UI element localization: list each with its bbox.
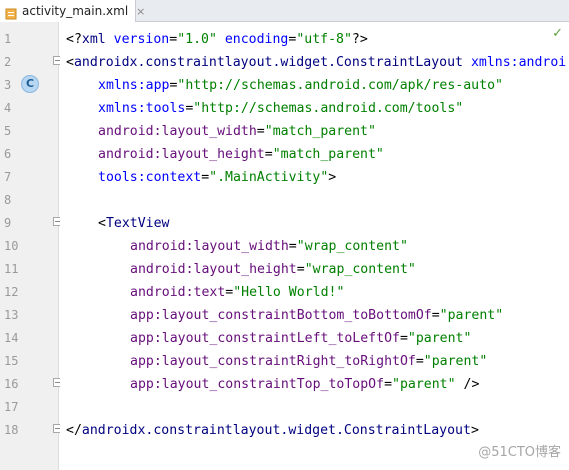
tab-label: activity_main.xml	[22, 4, 128, 18]
line-number: 15	[4, 350, 16, 373]
code-line-7: tools:context=".MainActivity">	[98, 166, 336, 189]
code-line-18: </androidx.constraintlayout.widget.Const…	[66, 419, 479, 442]
line-number: 12	[4, 281, 16, 304]
code-line-3: xmlns:app="http://schemas.android.com/ap…	[98, 74, 503, 97]
line-number: 9	[4, 212, 16, 235]
code-line-5: android:layout_width="match_parent"	[98, 120, 376, 143]
line-number: 5	[4, 120, 16, 143]
check-icon: ✓	[552, 26, 563, 41]
line-number: 2	[4, 51, 16, 74]
line-number: 17	[4, 396, 16, 419]
tab-activity-main[interactable]: activity_main.xml ×	[0, 0, 136, 22]
line-number: 13	[4, 304, 16, 327]
code-line-6: android:layout_height="match_parent"	[98, 143, 384, 166]
line-number: 7	[4, 166, 16, 189]
line-number: 8	[4, 189, 16, 212]
watermark: @51CTO博客	[478, 441, 561, 460]
line-number-gutter: 1 2 3 4 5 6 7 8 9 10 11 12 13 14 15 16 1…	[0, 22, 59, 470]
code-line-4: xmlns:tools="http://schemas.android.com/…	[98, 97, 463, 120]
xml-file-icon	[5, 5, 17, 17]
editor-tab-bar: activity_main.xml ×	[0, 0, 569, 22]
close-icon[interactable]: ×	[136, 5, 145, 18]
code-line-12: android:text="Hello World!"	[130, 281, 344, 304]
code-line-11: android:layout_height="wrap_content"	[130, 258, 416, 281]
class-gutter-icon[interactable]: C	[21, 75, 39, 93]
code-editor[interactable]: <?xml version="1.0" encoding="utf-8"?> <…	[60, 22, 569, 470]
line-number: 10	[4, 235, 16, 258]
code-line-2: <androidx.constraintlayout.widget.Constr…	[66, 51, 566, 74]
line-number: 1	[4, 28, 16, 51]
code-line-14: app:layout_constraintLeft_toLeftOf="pare…	[130, 327, 471, 350]
code-line-13: app:layout_constraintBottom_toBottomOf="…	[130, 304, 503, 327]
code-line-15: app:layout_constraintRight_toRightOf="pa…	[130, 350, 487, 373]
line-number: 3	[4, 74, 16, 97]
code-line-16: app:layout_constraintTop_toTopOf="parent…	[130, 373, 479, 396]
code-line-9: <TextView	[98, 212, 169, 235]
line-number: 6	[4, 143, 16, 166]
code-line-10: android:layout_width="wrap_content"	[130, 235, 408, 258]
line-number: 18	[4, 419, 16, 442]
line-number: 11	[4, 258, 16, 281]
line-number: 16	[4, 373, 16, 396]
code-line-1: <?xml version="1.0" encoding="utf-8"?>	[66, 28, 368, 51]
line-number: 4	[4, 97, 16, 120]
line-number: 14	[4, 327, 16, 350]
